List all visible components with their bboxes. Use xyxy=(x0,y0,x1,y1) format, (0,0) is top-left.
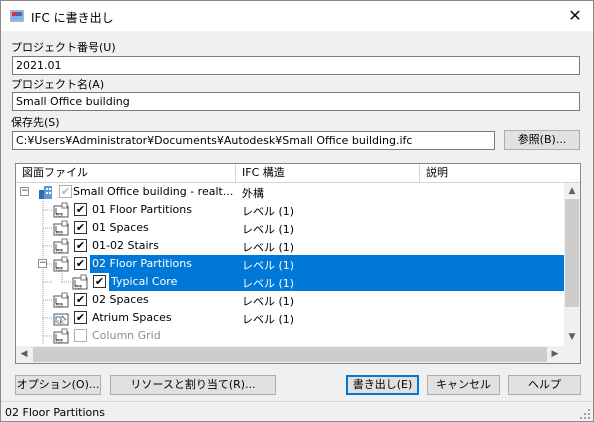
collapse-icon[interactable]: − xyxy=(20,187,29,196)
scrollbar-corner xyxy=(564,346,580,363)
floor-plan-icon: FLR xyxy=(53,292,69,308)
project-number-label: プロジェクト番号(U) xyxy=(11,41,116,54)
drawing-name: 01 Floor Partitions xyxy=(92,203,192,216)
export-button[interactable]: 書き出し(E) xyxy=(346,375,419,395)
help-button[interactable]: ヘルプ xyxy=(508,375,581,395)
scroll-right-icon[interactable]: ▶ xyxy=(547,346,563,362)
include-checkbox[interactable] xyxy=(74,329,87,342)
resize-grip-icon[interactable] xyxy=(579,408,591,420)
ifc-export-dialog: IFC に書き出し ✕ プロジェクト番号(U) 2021.01 プロジェクト名(… xyxy=(0,0,594,422)
save-to-label: 保存先(S) xyxy=(11,116,60,129)
close-button[interactable]: ✕ xyxy=(561,5,589,27)
svg-text:FLR: FLR xyxy=(56,213,64,218)
include-checkbox[interactable]: ✔ xyxy=(74,221,87,234)
include-checkbox[interactable]: ✔ xyxy=(74,257,87,270)
tree-row[interactable]: − FLR ✔ 02 Floor Partitions レベル (1) xyxy=(16,255,564,273)
svg-text:FLR: FLR xyxy=(56,303,64,308)
ifc-structure-value: レベル (1) xyxy=(242,313,295,326)
title-bar: IFC に書き出し ✕ xyxy=(1,1,593,31)
horizontal-scrollbar[interactable]: ◀ ▶ xyxy=(16,346,564,363)
floor-plan-icon: FLR xyxy=(53,202,69,218)
ifc-structure-value: レベル (1) xyxy=(242,223,295,236)
vertical-scrollbar[interactable]: ▲ ▼ xyxy=(564,183,580,346)
floor-plan-icon: FLR xyxy=(53,238,69,254)
svg-text:FLR: FLR xyxy=(56,249,64,254)
tree-row[interactable]: FLR ✔ 01 Spaces レベル (1) xyxy=(16,219,564,237)
include-checkbox[interactable]: ✔ xyxy=(59,185,72,198)
tree-row[interactable]: − ✔ Small Office building - realt... 外構 xyxy=(16,183,564,201)
tree-row[interactable]: SEC ✔ Atrium Spaces レベル (1) xyxy=(16,309,564,327)
project-number-field[interactable]: 2021.01 xyxy=(12,56,580,75)
project-name-field[interactable]: Small Office building xyxy=(12,92,580,111)
svg-text:SEC: SEC xyxy=(57,320,65,325)
drawing-name: Typical Core xyxy=(111,275,178,288)
drawing-tree-list[interactable]: 図面ファイル IFC 構造 説明 − ✔ Small Office building… xyxy=(15,163,581,364)
status-text: 02 Floor Partitions xyxy=(5,406,105,419)
collapse-icon[interactable]: − xyxy=(38,259,47,268)
tree-row[interactable]: FLR ✔ Typical Core レベル (1) xyxy=(16,273,564,291)
svg-text:FLR: FLR xyxy=(75,285,83,290)
options-button[interactable]: オプション(O)... xyxy=(15,375,101,395)
drawing-name: 01-02 Stairs xyxy=(92,239,159,252)
ifc-structure-value: レベル (1) xyxy=(242,295,295,308)
include-checkbox[interactable]: ✔ xyxy=(74,293,87,306)
save-path-field[interactable]: C:¥Users¥Administrator¥Documents¥Autodes… xyxy=(12,131,495,150)
include-checkbox[interactable]: ✔ xyxy=(74,203,87,216)
floor-plan-icon: FLR xyxy=(53,220,69,236)
browse-button[interactable]: 参照(B)... xyxy=(504,130,580,150)
column-header-drawing-file[interactable]: 図面ファイル xyxy=(16,164,236,183)
include-checkbox[interactable]: ✔ xyxy=(74,239,87,252)
svg-text:FLR: FLR xyxy=(56,267,64,272)
ifc-structure-value: レベル (1) xyxy=(242,277,295,290)
svg-text:FLR: FLR xyxy=(56,231,64,236)
project-name-label: プロジェクト名(A) xyxy=(11,78,105,91)
floor-plan-icon: FLR xyxy=(53,256,69,272)
vertical-scroll-thumb[interactable] xyxy=(565,199,579,307)
floor-plan-icon: FLR xyxy=(72,274,88,290)
window-title: IFC に書き出し xyxy=(31,11,114,25)
tree-row[interactable]: FLR Column Grid xyxy=(16,327,564,345)
drawing-name: 02 Spaces xyxy=(92,293,149,306)
building-icon xyxy=(39,186,52,199)
ifc-structure-value: レベル (1) xyxy=(242,205,295,218)
tree-connector xyxy=(16,273,76,291)
tree-row[interactable]: FLR ✔ 01-02 Stairs レベル (1) xyxy=(16,237,564,255)
tree-row[interactable]: FLR ✔ 01 Floor Partitions レベル (1) xyxy=(16,201,564,219)
drawing-name: 01 Spaces xyxy=(92,221,149,234)
cancel-button[interactable]: キャンセル xyxy=(427,375,500,395)
svg-text:FLR: FLR xyxy=(56,339,64,344)
scroll-left-icon[interactable]: ◀ xyxy=(16,346,32,362)
include-checkbox[interactable]: ✔ xyxy=(74,311,87,324)
drawing-name: Atrium Spaces xyxy=(92,311,172,324)
column-header: 図面ファイル IFC 構造 説明 xyxy=(16,164,580,183)
include-checkbox[interactable]: ✔ xyxy=(93,275,106,288)
section-icon: SEC xyxy=(53,313,69,326)
floor-plan-icon: FLR xyxy=(53,328,69,344)
scroll-down-icon[interactable]: ▼ xyxy=(564,329,580,345)
app-icon xyxy=(10,10,24,22)
ifc-structure-value: レベル (1) xyxy=(242,241,295,254)
drawing-name: Small Office building - realt... xyxy=(73,185,234,198)
scroll-up-icon[interactable]: ▲ xyxy=(564,183,580,199)
resource-assign-button[interactable]: リソースと割り当て(R)... xyxy=(110,375,276,395)
horizontal-scroll-thumb[interactable] xyxy=(33,347,547,362)
column-header-description[interactable]: 説明 xyxy=(420,164,580,183)
status-bar: 02 Floor Partitions xyxy=(1,401,593,421)
drawing-name: Column Grid xyxy=(92,329,161,342)
ifc-structure-value: レベル (1) xyxy=(242,259,295,272)
column-header-ifc-structure[interactable]: IFC 構造 xyxy=(236,164,420,183)
drawing-name: 02 Floor Partitions xyxy=(92,257,192,270)
ifc-structure-value: 外構 xyxy=(242,187,264,200)
tree-row[interactable]: FLR ✔ 02 Spaces レベル (1) xyxy=(16,291,564,309)
close-icon: ✕ xyxy=(568,6,582,25)
